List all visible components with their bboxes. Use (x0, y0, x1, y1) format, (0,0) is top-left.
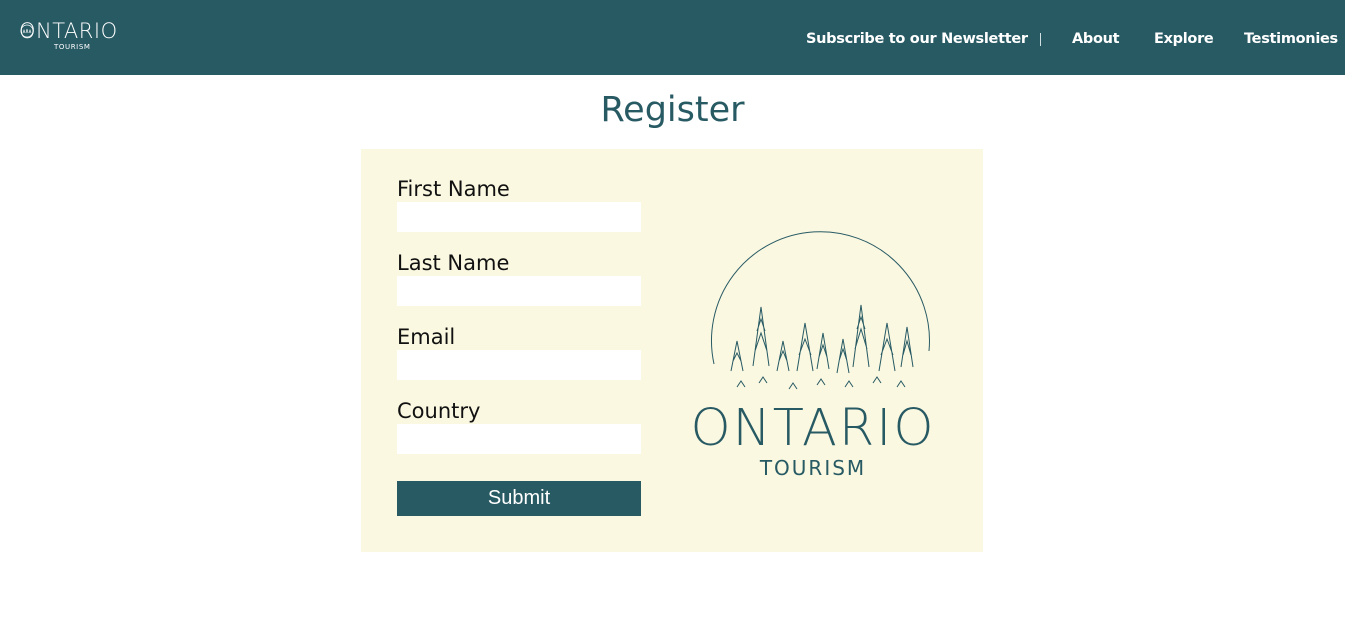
nav-link-about[interactable]: About (1072, 29, 1120, 49)
nav-link-explore[interactable]: Explore (1154, 29, 1214, 49)
email-label: Email (397, 325, 456, 349)
first-name-input[interactable] (397, 202, 641, 232)
submit-button[interactable]: Submit (397, 481, 641, 516)
nav-divider (1040, 33, 1041, 46)
first-name-label: First Name (397, 177, 510, 201)
brand-name: ONTARIO (690, 399, 936, 458)
brand-logo: ONTARIO TOURISM (673, 221, 963, 481)
top-navbar: ONTARIO TOURISM Subscribe to our Newslet… (0, 0, 1345, 75)
main-nav: Subscribe to our Newsletter About Explor… (0, 0, 1345, 75)
nav-link-newsletter[interactable]: Subscribe to our Newsletter (806, 29, 1028, 49)
country-input[interactable] (397, 424, 641, 454)
nav-link-testimonies[interactable]: Testimonies (1244, 29, 1338, 49)
email-input[interactable] (397, 350, 641, 380)
register-card: First Name Last Name Email Country Submi… (361, 149, 983, 552)
forest-circle-icon (711, 231, 930, 390)
country-label: Country (397, 399, 481, 423)
last-name-input[interactable] (397, 276, 641, 306)
brand-subtitle: TOURISM (759, 456, 867, 480)
last-name-label: Last Name (397, 251, 510, 275)
page-title: Register (600, 90, 745, 130)
